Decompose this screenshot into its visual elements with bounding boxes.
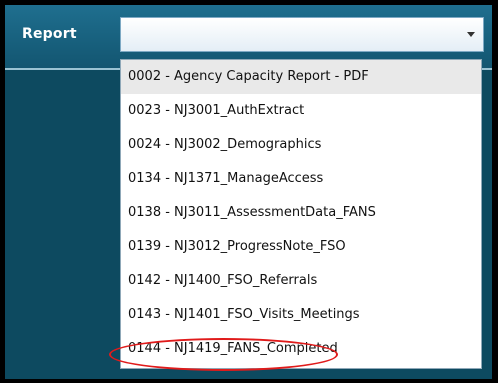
dropdown-option[interactable]: 0134 - NJ1371_ManageAccess <box>121 162 481 196</box>
dropdown-option[interactable]: 0142 - NJ1400_FSO_Referrals <box>121 264 481 298</box>
report-dropdown-list: 0002 - Agency Capacity Report - PDF 0023… <box>120 59 482 369</box>
dropdown-option-fans-completed[interactable]: 0144 - NJ1419_FANS_Completed <box>121 332 481 366</box>
dropdown-option[interactable]: 0143 - NJ1401_FSO_Visits_Meetings <box>121 298 481 332</box>
dropdown-option[interactable]: 0023 - NJ3001_AuthExtract <box>121 94 481 128</box>
screenshot-frame: Report 0002 - Agency Capacity Report - P… <box>0 0 498 383</box>
report-label: Report <box>22 26 77 42</box>
dropdown-option[interactable]: 0024 - NJ3002_Demographics <box>121 128 481 162</box>
dropdown-option[interactable]: 0138 - NJ3011_AssessmentData_FANS <box>121 196 481 230</box>
chevron-down-icon[interactable] <box>467 32 475 37</box>
dropdown-option[interactable]: 0139 - NJ3012_ProgressNote_FSO <box>121 230 481 264</box>
dropdown-option[interactable]: 0002 - Agency Capacity Report - PDF <box>121 60 481 94</box>
report-select[interactable] <box>120 17 484 52</box>
